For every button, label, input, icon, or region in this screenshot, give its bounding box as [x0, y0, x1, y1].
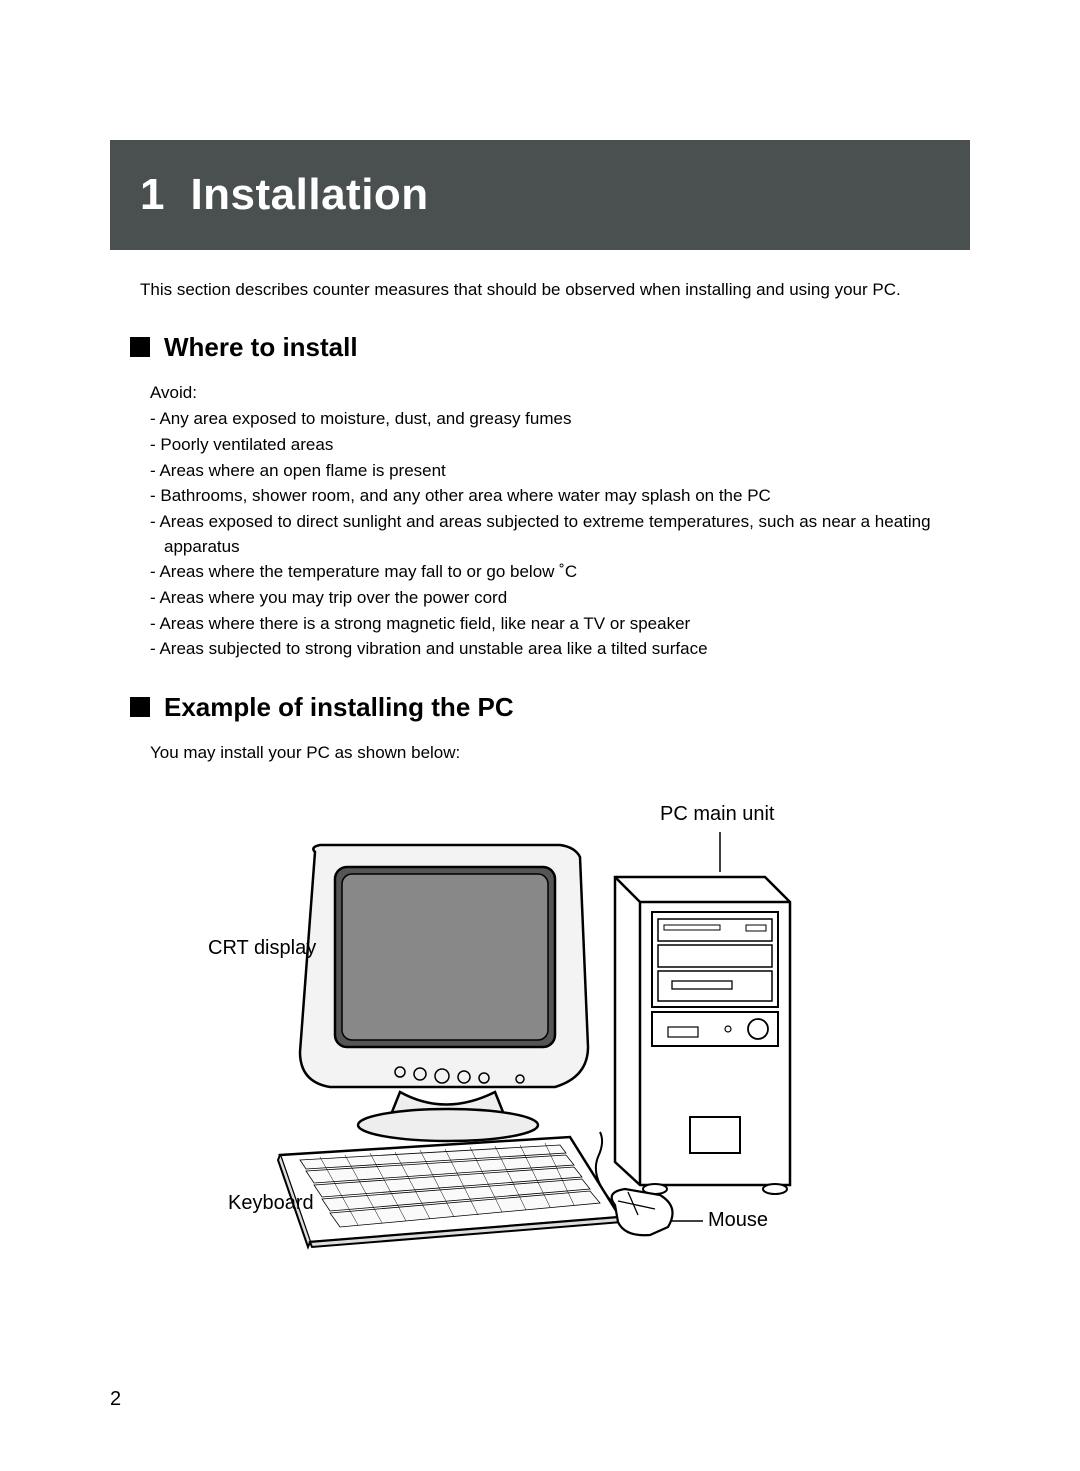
list-item: Areas exposed to direct sunlight and are…: [150, 510, 970, 559]
chapter-number: 1: [140, 170, 165, 219]
label-crt-display: CRT display: [208, 937, 316, 960]
list-item: Bathrooms, shower room, and any other ar…: [150, 484, 970, 509]
section-heading-where: Where to install: [130, 332, 970, 363]
pc-tower-icon: [615, 877, 790, 1194]
chapter-title: 1 Installation: [140, 170, 940, 220]
page-number: 2: [110, 1388, 121, 1411]
list-item: Areas where the temperature may fall to …: [150, 560, 970, 585]
intro-paragraph: This section describes counter measures …: [140, 278, 970, 302]
square-bullet-icon: [130, 697, 150, 717]
list-item: Areas where there is a strong magnetic f…: [150, 612, 970, 637]
list-item: Any area exposed to moisture, dust, and …: [150, 407, 970, 432]
section-title: Example of installing the PC: [164, 692, 514, 723]
avoid-list: Any area exposed to moisture, dust, and …: [150, 407, 970, 661]
list-item: Areas where you may trip over the power …: [150, 586, 970, 611]
list-item: Areas subjected to strong vibration and …: [150, 637, 970, 662]
section-title: Where to install: [164, 332, 358, 363]
label-pc-main-unit: PC main unit: [660, 803, 775, 826]
crt-display-icon: [300, 845, 588, 1141]
list-item: Poorly ventilated areas: [150, 433, 970, 458]
section-heading-example: Example of installing the PC: [130, 692, 970, 723]
list-item: Areas where an open flame is present: [150, 459, 970, 484]
keyboard-icon: [278, 1137, 622, 1247]
label-keyboard: Keyboard: [228, 1192, 314, 1215]
square-bullet-icon: [130, 337, 150, 357]
avoid-lead: Avoid:: [150, 381, 970, 406]
label-mouse: Mouse: [708, 1209, 768, 1232]
installation-diagram: PC main unit CRT display Keyboard Mouse: [150, 797, 890, 1257]
chapter-banner: 1 Installation: [110, 140, 970, 250]
pc-setup-illustration: [150, 797, 890, 1257]
chapter-name: Installation: [190, 170, 428, 219]
example-lead: You may install your PC as shown below:: [150, 741, 970, 766]
